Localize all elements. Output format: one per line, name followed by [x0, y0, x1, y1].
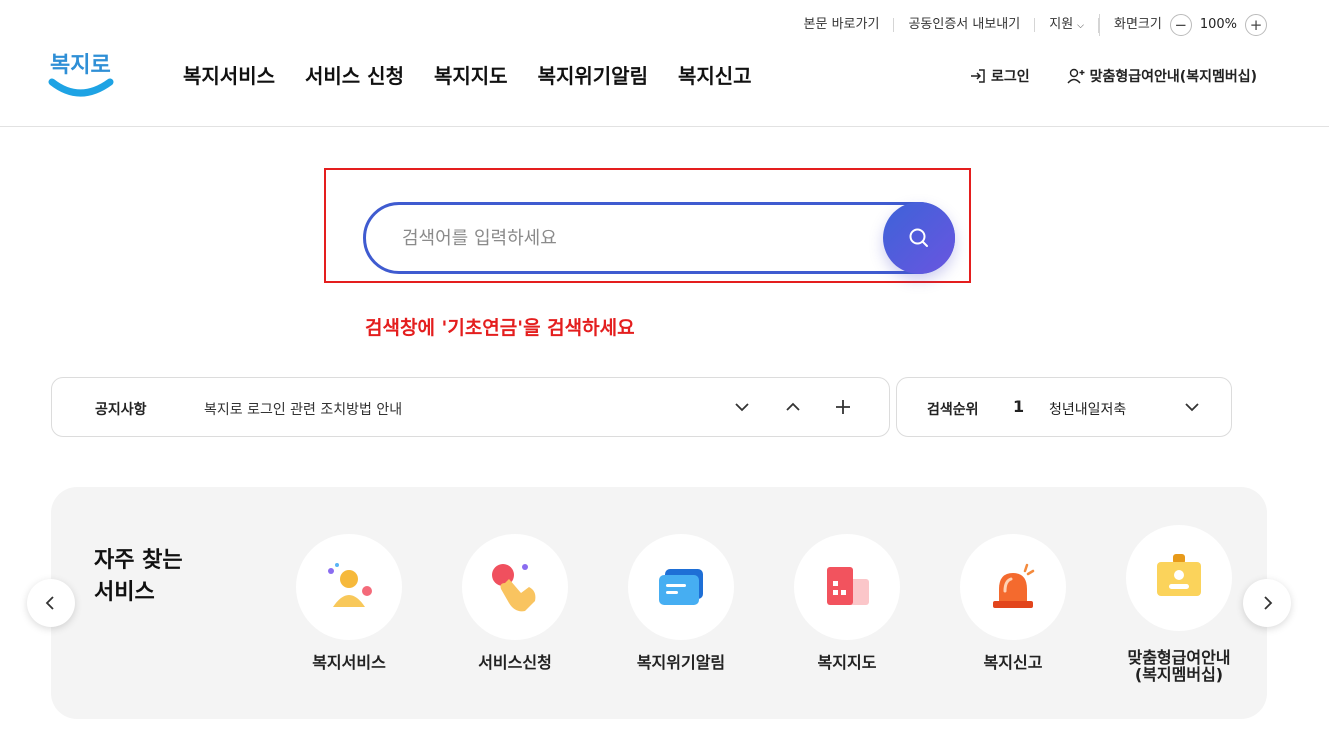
- zoom-in-button[interactable]: +: [1245, 14, 1267, 36]
- skip-link[interactable]: 본문 바로가기: [790, 18, 895, 32]
- chevron-right-icon: [1264, 596, 1273, 610]
- ranking-expand-button[interactable]: [1179, 394, 1205, 420]
- service-icon-circle: [628, 534, 734, 640]
- membership-link[interactable]: 맞춤형급여안내(복지멤버십): [1066, 66, 1257, 86]
- notice-next-button[interactable]: [729, 394, 755, 420]
- id-card-icon: [1157, 554, 1201, 596]
- person-icon: [328, 563, 372, 607]
- cert-export-link[interactable]: 공동인증서 내보내기: [894, 18, 1036, 32]
- hand-pointer-icon: [492, 564, 536, 612]
- service-icon-circle: [1126, 525, 1232, 631]
- support-dropdown[interactable]: 지원 ⌵: [1035, 16, 1099, 33]
- service-welfare-map[interactable]: 복지지도: [767, 534, 927, 671]
- notice-label: 공지사항: [95, 402, 147, 418]
- search-box: [363, 202, 955, 274]
- bokjiro-logo[interactable]: 복지로: [48, 46, 114, 102]
- login-label: 로그인: [991, 69, 1030, 85]
- service-icon-circle: [462, 534, 568, 640]
- carousel-prev-button[interactable]: [27, 579, 75, 627]
- zoom-label: 화면크기: [1113, 17, 1162, 32]
- search-instruction: 검색창에 '기초연금'을 검색하세요: [365, 317, 635, 339]
- service-label: 복지위기알림: [636, 653, 726, 672]
- nav-welfare-service[interactable]: 복지서비스: [183, 60, 275, 89]
- chevron-down-icon: [735, 403, 749, 412]
- frequent-title-line1: 자주 찾는: [94, 548, 183, 573]
- service-label: 맞춤형급여안내 (복지멤버십): [1099, 649, 1259, 683]
- logo-text: 복지로: [50, 53, 111, 78]
- chevron-down-icon: [1185, 403, 1199, 412]
- building-icon: [827, 567, 869, 605]
- zoom-out-button[interactable]: −: [1169, 14, 1192, 36]
- notice-text[interactable]: 복지로 로그인 관련 조치방법 안내: [204, 399, 402, 419]
- service-label: 서비스신청: [478, 653, 552, 672]
- search-ranking-bar: 검색순위 1 청년내일저축계좌: [896, 377, 1232, 437]
- utility-bar: 본문 바로가기 공동인증서 내보내기 지원 ⌵ 화면크기 − 100% +: [790, 14, 1267, 36]
- frequent-title-line2: 서비스: [94, 580, 155, 605]
- service-icon-circle: [296, 534, 402, 640]
- service-label: 복지서비스: [312, 653, 386, 672]
- notice-bar: 공지사항 복지로 로그인 관련 조치방법 안내: [51, 377, 890, 437]
- service-icon-circle: [960, 534, 1066, 640]
- ranking-label: 검색순위: [927, 402, 979, 418]
- nav-crisis-alert[interactable]: 복지위기알림: [538, 60, 648, 89]
- service-icon-circle: [794, 534, 900, 640]
- chevron-up-icon: [786, 402, 800, 411]
- service-membership[interactable]: 맞춤형급여안내 (복지멤버십): [1099, 525, 1259, 683]
- message-icon: [659, 569, 703, 605]
- header-divider: [0, 126, 1329, 127]
- service-welfare-report[interactable]: 복지신고: [933, 534, 1093, 671]
- support-label: 지원: [1049, 16, 1074, 32]
- ranking-text[interactable]: 청년내일저축계좌: [1049, 399, 1127, 419]
- search-button[interactable]: [883, 202, 955, 274]
- header-actions: 로그인 맞춤형급여안내(복지멤버십): [969, 66, 1257, 86]
- user-add-icon: [1067, 68, 1085, 84]
- service-label-line2: (복지멤버십): [1134, 665, 1224, 684]
- service-label-line1: 맞춤형급여안내: [1127, 648, 1231, 667]
- search-input[interactable]: [402, 205, 862, 271]
- search-icon: [909, 228, 928, 247]
- nav-service-apply[interactable]: 서비스 신청: [305, 60, 404, 89]
- service-label: 복지지도: [817, 653, 877, 672]
- service-label: 복지신고: [983, 653, 1043, 672]
- nav-welfare-map[interactable]: 복지지도: [434, 60, 508, 89]
- nav-welfare-report[interactable]: 복지신고: [678, 60, 752, 89]
- notice-more-button[interactable]: [830, 394, 856, 420]
- login-icon: [971, 69, 985, 83]
- notice-prev-button[interactable]: [780, 394, 806, 420]
- main-nav: 복지서비스 서비스 신청 복지지도 복지위기알림 복지신고: [183, 60, 752, 89]
- service-apply[interactable]: 서비스신청: [435, 534, 595, 671]
- ranking-number: 1: [1013, 397, 1025, 416]
- siren-icon: [993, 563, 1035, 608]
- service-welfare[interactable]: 복지서비스: [269, 534, 429, 671]
- zoom-control: 화면크기 − 100% +: [1098, 14, 1267, 36]
- membership-label: 맞춤형급여안내(복지멤버십): [1089, 69, 1257, 85]
- chevron-down-icon: ⌵: [1077, 20, 1084, 31]
- chevron-left-icon: [45, 596, 54, 610]
- service-crisis-alert[interactable]: 복지위기알림: [601, 534, 761, 671]
- login-link[interactable]: 로그인: [969, 66, 1030, 86]
- plus-icon: [836, 400, 850, 414]
- zoom-value: 100%: [1199, 17, 1237, 32]
- frequent-services-title: 자주 찾는 서비스: [94, 545, 183, 609]
